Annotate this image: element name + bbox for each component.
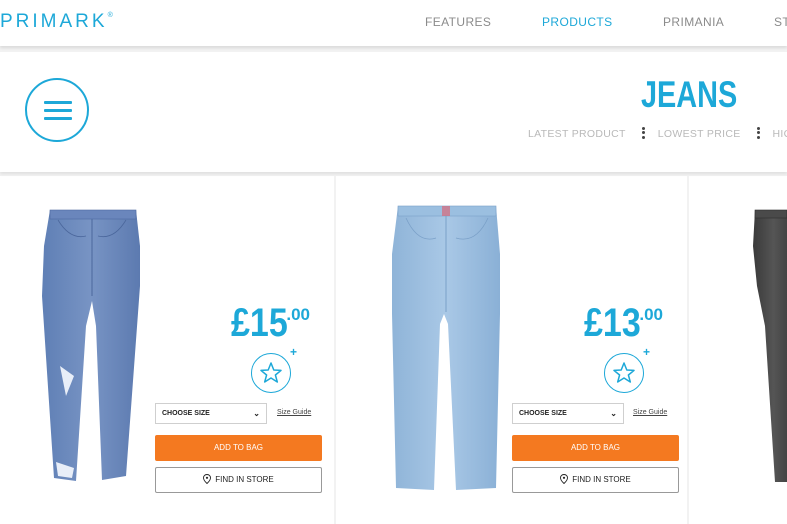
- category-header: JEANS LATEST PRODUCT LOWEST PRICE HIG: [0, 52, 787, 172]
- jeans-image[interactable]: [751, 206, 787, 486]
- separator-icon: [756, 125, 760, 140]
- find-in-store-label: FIND IN STORE: [215, 475, 274, 484]
- size-guide-link[interactable]: Size Guide: [277, 409, 311, 416]
- nav-primania[interactable]: PRIMANIA: [663, 15, 724, 29]
- wishlist-button[interactable]: +: [251, 345, 297, 393]
- location-pin-icon: [560, 473, 569, 485]
- product-card: £15.00 + CHOOSE SIZE ⌄ Size Guide ADD TO…: [0, 176, 334, 524]
- size-guide-link[interactable]: Size Guide: [633, 409, 667, 416]
- plus-icon: +: [289, 345, 297, 359]
- separator-icon: [641, 125, 645, 140]
- size-select[interactable]: CHOOSE SIZE ⌄: [155, 403, 267, 424]
- price: £15.00: [221, 301, 310, 346]
- price-main: £15: [231, 301, 288, 345]
- plus-icon: +: [642, 345, 650, 359]
- logo-text: PRIMARK: [0, 11, 108, 32]
- primark-logo[interactable]: PRIMARK®: [0, 11, 113, 33]
- product-card: £13.00 + CHOOSE SIZE ⌄ Size Guide ADD TO…: [336, 176, 687, 524]
- product-card: [689, 176, 787, 524]
- price-cents: .00: [639, 305, 663, 324]
- top-navigation: PRIMARK® FEATURES PRODUCTS PRIMANIA ST: [0, 0, 787, 46]
- sort-options: LATEST PRODUCT LOWEST PRICE HIG: [528, 125, 787, 142]
- menu-button[interactable]: [25, 78, 89, 142]
- nav-products[interactable]: PRODUCTS: [542, 15, 613, 29]
- add-to-bag-button[interactable]: ADD TO BAG: [512, 435, 679, 461]
- sort-lowest-price[interactable]: LOWEST PRICE: [658, 128, 741, 140]
- size-select-label: CHOOSE SIZE: [519, 410, 567, 417]
- price: £13.00: [574, 301, 663, 346]
- wishlist-button[interactable]: +: [604, 345, 650, 393]
- location-pin-icon: [203, 473, 212, 485]
- registered-mark: ®: [107, 12, 113, 19]
- sort-highest-price[interactable]: HIG: [773, 128, 787, 140]
- size-select-label: CHOOSE SIZE: [162, 410, 210, 417]
- nav-features[interactable]: FEATURES: [425, 15, 491, 29]
- find-in-store-label: FIND IN STORE: [572, 475, 631, 484]
- category-title: JEANS: [641, 74, 738, 115]
- chevron-down-icon: ⌄: [253, 409, 260, 418]
- star-icon: [260, 362, 282, 383]
- price-main: £13: [584, 301, 641, 345]
- find-in-store-button[interactable]: FIND IN STORE: [512, 467, 679, 493]
- chevron-down-icon: ⌄: [610, 409, 617, 418]
- jeans-image[interactable]: [36, 206, 146, 486]
- nav-stores[interactable]: ST: [774, 15, 787, 29]
- sort-latest-product[interactable]: LATEST PRODUCT: [528, 128, 626, 140]
- star-icon: [613, 362, 635, 383]
- jeans-image[interactable]: [390, 204, 502, 494]
- size-select[interactable]: CHOOSE SIZE ⌄: [512, 403, 624, 424]
- find-in-store-button[interactable]: FIND IN STORE: [155, 467, 322, 493]
- price-cents: .00: [286, 305, 310, 324]
- page: PRIMARK® FEATURES PRODUCTS PRIMANIA ST J…: [0, 0, 787, 524]
- add-to-bag-button[interactable]: ADD TO BAG: [155, 435, 322, 461]
